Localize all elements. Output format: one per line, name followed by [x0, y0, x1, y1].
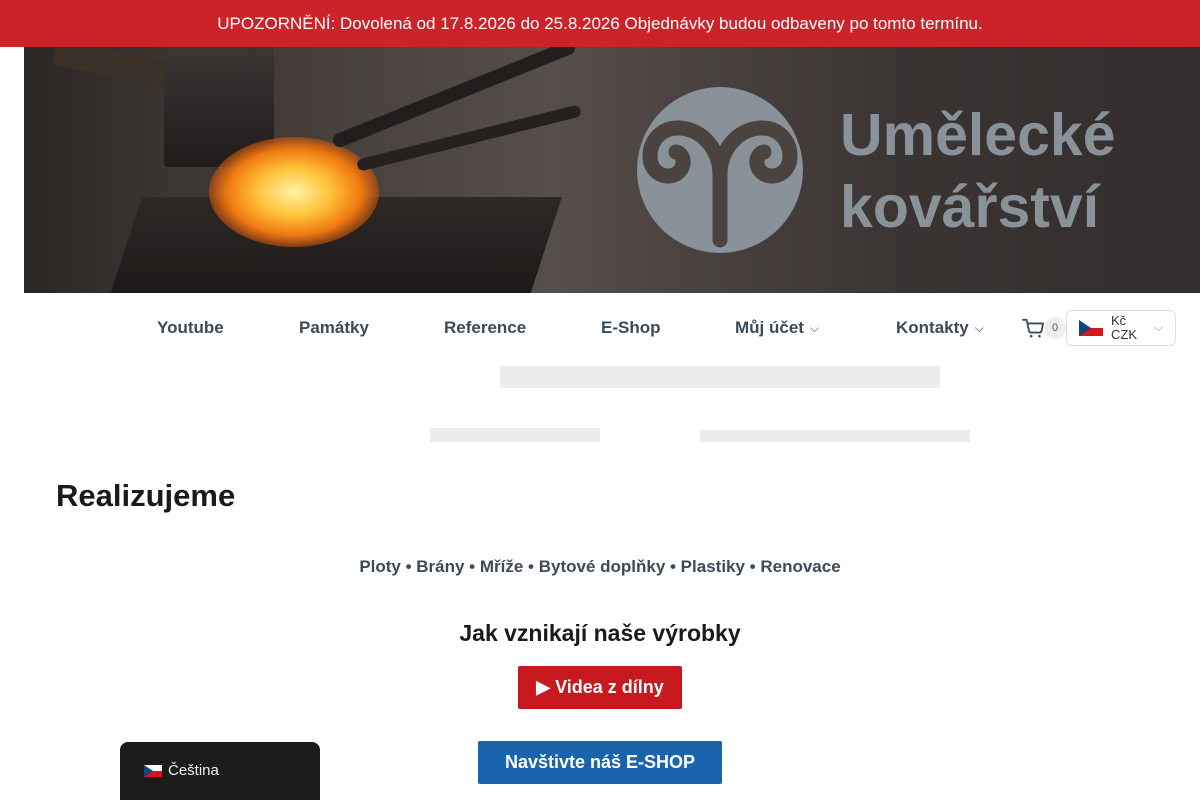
- currency-label: Kč CZK: [1111, 314, 1137, 342]
- nav-item-kontakty[interactable]: Kontakty ⌵: [896, 293, 984, 363]
- hero-banner: Umělecké kovářství: [24, 47, 1200, 293]
- services-list: Ploty • Brány • Mříže • Bytové doplňky •…: [359, 557, 841, 576]
- nav-label: Reference: [444, 318, 527, 337]
- shopping-cart-icon: [1022, 318, 1044, 338]
- currency-symbol: Kč: [1111, 313, 1127, 328]
- button-label: Navštivte náš E-SHOP: [504, 752, 696, 772]
- language-switcher[interactable]: Čeština: [120, 742, 320, 800]
- nav-item-reference[interactable]: Reference: [444, 293, 526, 363]
- nav-item-pamatky[interactable]: Památky: [299, 293, 369, 363]
- tongs-decoration: [330, 47, 578, 150]
- howto-heading: Jak vznikají naše výrobky: [0, 620, 1200, 647]
- workshop-videos-button[interactable]: ▶ Videa z dílny: [518, 666, 682, 709]
- language-label: Čeština: [168, 762, 219, 779]
- blacksmith-logo-icon[interactable]: [630, 80, 810, 260]
- brand-name: Umělecké kovářství: [840, 99, 1116, 243]
- faded-ornament-decoration: [430, 366, 970, 442]
- czech-flag-icon: [1079, 320, 1103, 336]
- nav-label: E-Shop: [601, 318, 661, 337]
- section-title: Realizujeme: [56, 478, 236, 513]
- button-label: ▶ Videa z dílny: [536, 677, 664, 697]
- chevron-down-icon: ⌵: [1153, 320, 1163, 334]
- nav-item-eshop[interactable]: E-Shop: [601, 293, 661, 363]
- czech-flag-icon: [144, 765, 162, 777]
- chevron-down-icon: ⌵: [809, 320, 820, 335]
- nav-item-muj-ucet[interactable]: Můj účet ⌵: [735, 293, 819, 363]
- chevron-down-icon: ⌵: [974, 320, 984, 335]
- cart-count-badge: 0: [1044, 317, 1066, 339]
- hot-metal-glow: [209, 137, 379, 247]
- vacation-notice-bar: UPOZORNĚNÍ: Dovolená od 17.8.2026 do 25.…: [0, 0, 1200, 47]
- nav-label: Můj účet: [735, 318, 804, 337]
- notice-text: UPOZORNĚNÍ: Dovolená od 17.8.2026 do 25.…: [217, 13, 983, 33]
- nav-item-youtube[interactable]: Youtube: [157, 293, 224, 363]
- nav-label: Kontakty: [896, 318, 969, 337]
- howto-text: Jak vznikají naše výrobky: [459, 620, 741, 646]
- brand-line-1: Umělecké: [840, 102, 1116, 168]
- currency-switcher[interactable]: Kč CZK ⌵: [1066, 310, 1176, 346]
- visit-eshop-button[interactable]: Navštivte náš E-SHOP: [478, 741, 722, 784]
- currency-code: CZK: [1111, 327, 1137, 342]
- brand-line-2: kovářství: [840, 174, 1100, 240]
- cart-button[interactable]: 0: [1022, 313, 1068, 343]
- nav-label: Památky: [299, 318, 369, 337]
- nav-label: Youtube: [157, 318, 224, 337]
